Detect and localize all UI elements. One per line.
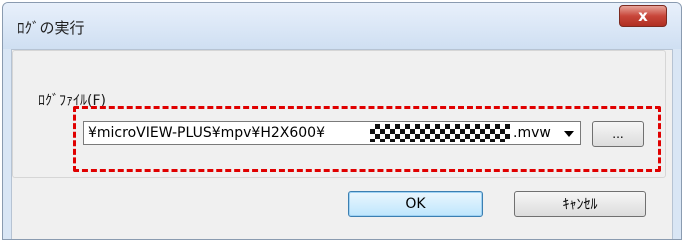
close-icon: x bbox=[638, 6, 648, 25]
cancel-button[interactable]: ｷｬﾝｾﾙ bbox=[514, 191, 646, 217]
ok-button[interactable]: OK bbox=[348, 191, 483, 217]
highlight-annotation bbox=[73, 106, 661, 172]
dialog-title: ﾛｸﾞの実行 bbox=[17, 19, 85, 37]
close-button[interactable]: x bbox=[619, 5, 667, 27]
title-bar: ﾛｸﾞの実行 x bbox=[3, 3, 681, 49]
